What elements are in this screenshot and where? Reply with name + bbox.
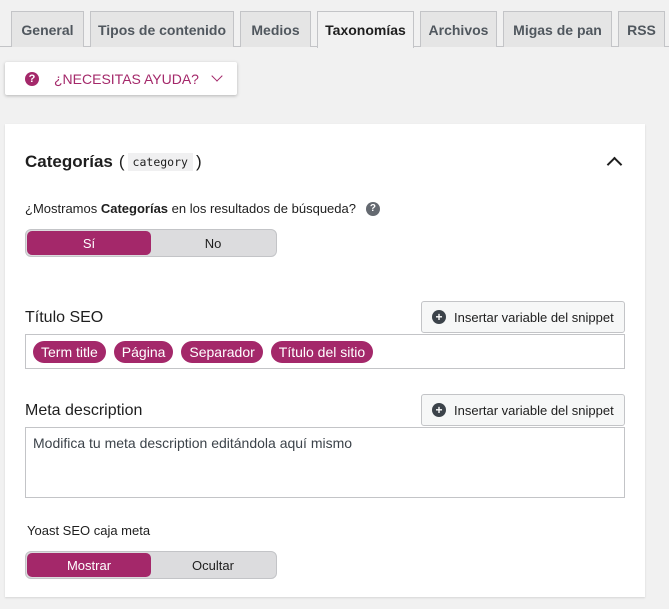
plus-circle-icon: + bbox=[432, 403, 446, 417]
meta-description-label: Meta description bbox=[25, 402, 143, 419]
panel-title-text: Categorías bbox=[25, 152, 113, 171]
tab-taxonomias[interactable]: Taxonomías bbox=[317, 11, 414, 48]
help-toggle-button[interactable]: ? ¿NECESITAS AYUDA? bbox=[5, 62, 237, 95]
metabox-label: Yoast SEO caja meta bbox=[27, 523, 151, 538]
tab-archivos[interactable]: Archivos bbox=[420, 11, 497, 47]
help-circle-icon[interactable]: ? bbox=[365, 201, 380, 216]
help-label: ¿NECESITAS AYUDA? bbox=[54, 70, 199, 87]
settings-tabs: General Tipos de contenido Medios Taxono… bbox=[0, 0, 669, 48]
toggle-option-si[interactable]: Sí bbox=[27, 231, 151, 255]
tab-rss[interactable]: RSS bbox=[618, 11, 665, 47]
toggle-option-no[interactable]: No bbox=[151, 231, 275, 255]
seo-title-label: Título SEO bbox=[25, 309, 104, 326]
meta-description-placeholder: Modifica tu meta description editándola … bbox=[33, 435, 353, 451]
search-visibility-question: ¿Mostramos Categorías en los resultados … bbox=[25, 201, 380, 216]
insert-variable-button-title[interactable]: + Insertar variable del snippet bbox=[421, 301, 625, 333]
metabox-toggle[interactable]: Mostrar Ocultar bbox=[25, 551, 277, 579]
snippet-variable-chip[interactable]: Term title bbox=[33, 341, 106, 363]
meta-description-input[interactable]: Modifica tu meta description editándola … bbox=[25, 427, 625, 498]
toggle-option-ocultar[interactable]: Ocultar bbox=[151, 553, 275, 577]
taxonomy-slug: category bbox=[127, 153, 193, 171]
panel-title: Categorías ( category ) bbox=[25, 152, 202, 171]
taxonomy-panel-category: Categorías ( category ) ¿Mostramos Categ… bbox=[5, 124, 645, 597]
insert-variable-button-meta[interactable]: + Insertar variable del snippet bbox=[421, 394, 625, 426]
snippet-variable-chip[interactable]: Separador bbox=[181, 341, 263, 363]
toggle-option-mostrar[interactable]: Mostrar bbox=[27, 553, 151, 577]
chevron-up-icon[interactable] bbox=[606, 156, 623, 173]
seo-title-input[interactable]: Term title Página Separador Título del s… bbox=[25, 334, 625, 369]
tab-medios[interactable]: Medios bbox=[240, 11, 311, 47]
tab-migas-de-pan[interactable]: Migas de pan bbox=[503, 11, 612, 47]
chevron-down-icon bbox=[211, 70, 223, 82]
question-icon: ? bbox=[25, 71, 39, 86]
snippet-variable-chip[interactable]: Título del sitio bbox=[270, 341, 374, 363]
snippet-variable-chip[interactable]: Página bbox=[113, 341, 174, 363]
tab-general[interactable]: General bbox=[11, 11, 84, 47]
plus-circle-icon: + bbox=[432, 310, 446, 324]
search-visibility-toggle[interactable]: Sí No bbox=[25, 229, 277, 257]
tab-tipos-de-contenido[interactable]: Tipos de contenido bbox=[90, 11, 234, 47]
